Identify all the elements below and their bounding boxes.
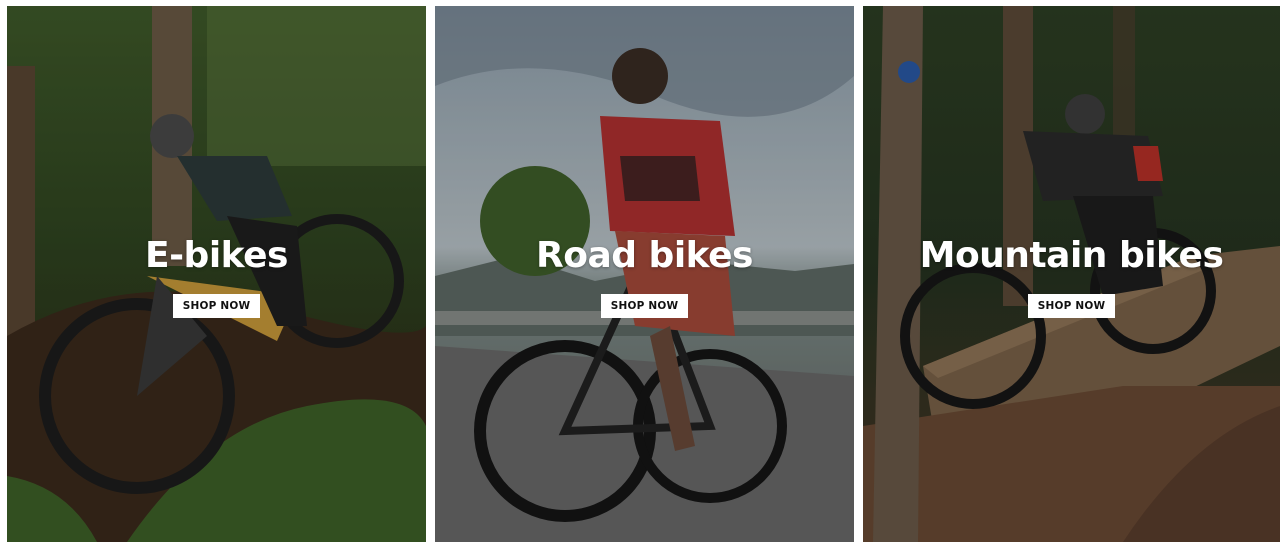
category-content: Road bikes SHOP NOW xyxy=(435,234,854,318)
category-card-e-bikes[interactable]: E-bikes SHOP NOW xyxy=(7,6,426,542)
shop-now-button[interactable]: SHOP NOW xyxy=(172,294,261,318)
category-content: Mountain bikes SHOP NOW xyxy=(863,234,1280,318)
shop-now-button[interactable]: SHOP NOW xyxy=(600,294,689,318)
category-title: Road bikes xyxy=(536,235,753,276)
category-title: Mountain bikes xyxy=(919,235,1224,276)
category-title: E-bikes xyxy=(145,235,288,276)
category-content: E-bikes SHOP NOW xyxy=(7,234,426,318)
category-grid: E-bikes SHOP NOW Road bikes SHOP NOW Mou… xyxy=(0,0,1280,548)
category-card-road-bikes[interactable]: Road bikes SHOP NOW xyxy=(435,6,854,542)
category-card-mountain-bikes[interactable]: Mountain bikes SHOP NOW xyxy=(863,6,1280,542)
shop-now-button[interactable]: SHOP NOW xyxy=(1027,294,1116,318)
